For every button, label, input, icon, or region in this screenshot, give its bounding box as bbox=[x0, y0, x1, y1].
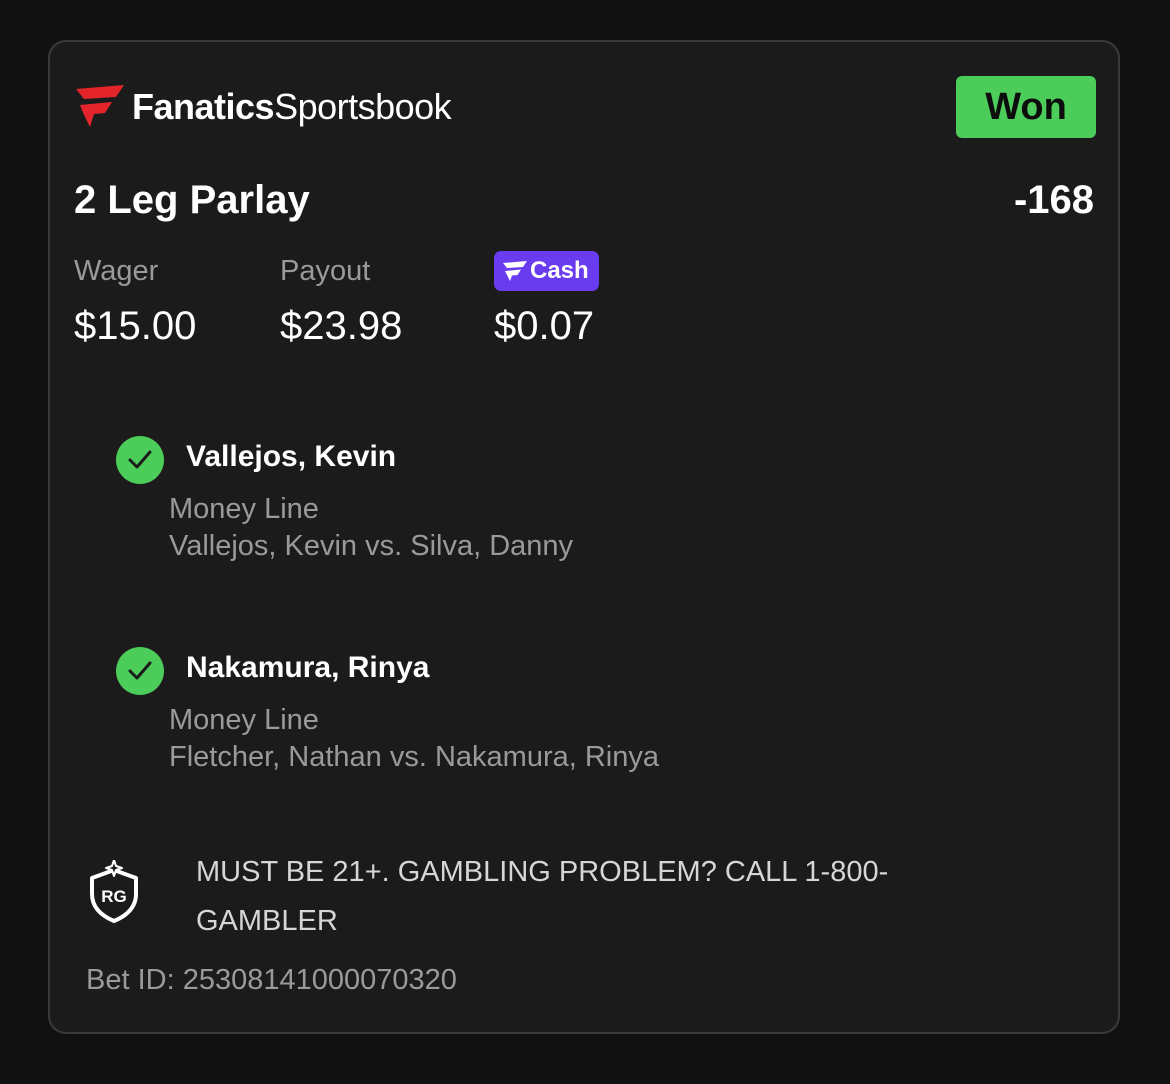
check-circle-icon bbox=[116, 647, 164, 695]
wager-label: Wager bbox=[74, 255, 159, 287]
fanatics-flag-icon bbox=[76, 85, 124, 127]
fcash-label: Cash bbox=[530, 257, 589, 284]
brand-name: FanaticsSportsbook bbox=[132, 86, 452, 128]
fcash-value: $0.07 bbox=[494, 304, 595, 348]
leg-market: Money Line bbox=[169, 704, 319, 736]
rg-icon-text: RG bbox=[101, 887, 127, 906]
payout-label: Payout bbox=[280, 255, 371, 287]
responsible-gaming-disclaimer: MUST BE 21+. GAMBLING PROBLEM? CALL 1-80… bbox=[196, 856, 889, 937]
bet-title: 2 Leg Parlay bbox=[74, 178, 310, 222]
bet-slip-card: FanaticsSportsbook Won 2 Leg Parlay -168… bbox=[48, 40, 1120, 1034]
leg-event: Vallejos, Kevin vs. Silva, Danny bbox=[169, 530, 574, 562]
wager-value: $15.00 bbox=[74, 304, 197, 348]
leg-event: Fletcher, Nathan vs. Nakamura, Rinya bbox=[169, 741, 659, 773]
responsible-gaming-shield-icon: RG bbox=[86, 859, 142, 929]
brand-name-light: Sportsbook bbox=[274, 86, 452, 127]
brand-logo: FanaticsSportsbook bbox=[74, 84, 452, 130]
payout-value: $23.98 bbox=[280, 304, 403, 348]
payout-block: Payout $23.98 bbox=[280, 250, 402, 349]
status-badge: Won bbox=[956, 76, 1096, 138]
leg-market: Money Line bbox=[169, 493, 319, 525]
bet-odds: -168 bbox=[1013, 178, 1094, 222]
fanatics-f-icon bbox=[503, 261, 527, 281]
fcash-badge: Cash bbox=[494, 251, 599, 291]
leg-selection: Vallejos, Kevin bbox=[186, 440, 397, 473]
check-circle-icon bbox=[116, 436, 164, 484]
bet-id: Bet ID: 25308141000070320 bbox=[86, 964, 457, 996]
leg-selection: Nakamura, Rinya bbox=[186, 651, 430, 684]
wager-block: Wager $15.00 bbox=[74, 250, 196, 349]
brand-name-bold: Fanatics bbox=[132, 86, 275, 127]
fcash-label-wrap: Cash bbox=[494, 250, 599, 292]
fcash-block: Cash $0.07 bbox=[494, 250, 599, 349]
